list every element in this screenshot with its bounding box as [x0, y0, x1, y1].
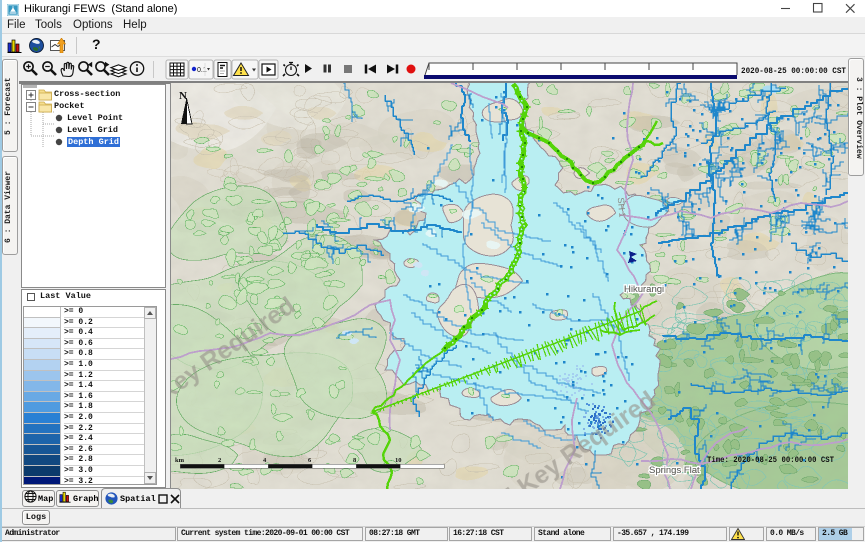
svg-text:Time: 2020-08-25 00:00:00 CST: Time: 2020-08-25 00:00:00 CST [707, 455, 834, 465]
svg-text:2: 2 [218, 457, 221, 464]
svg-text:2020-08-25 00:00:00 CST: 2020-08-25 00:00:00 CST [741, 66, 846, 76]
svg-text:Hikurangi: Hikurangi [624, 284, 664, 295]
svg-text:N: N [179, 90, 187, 102]
svg-text:SH 1: SH 1 [616, 197, 628, 218]
svg-text:10: 10 [395, 457, 402, 464]
svg-text:km: km [175, 457, 185, 464]
svg-text:Springs Flat: Springs Flat [649, 465, 700, 476]
